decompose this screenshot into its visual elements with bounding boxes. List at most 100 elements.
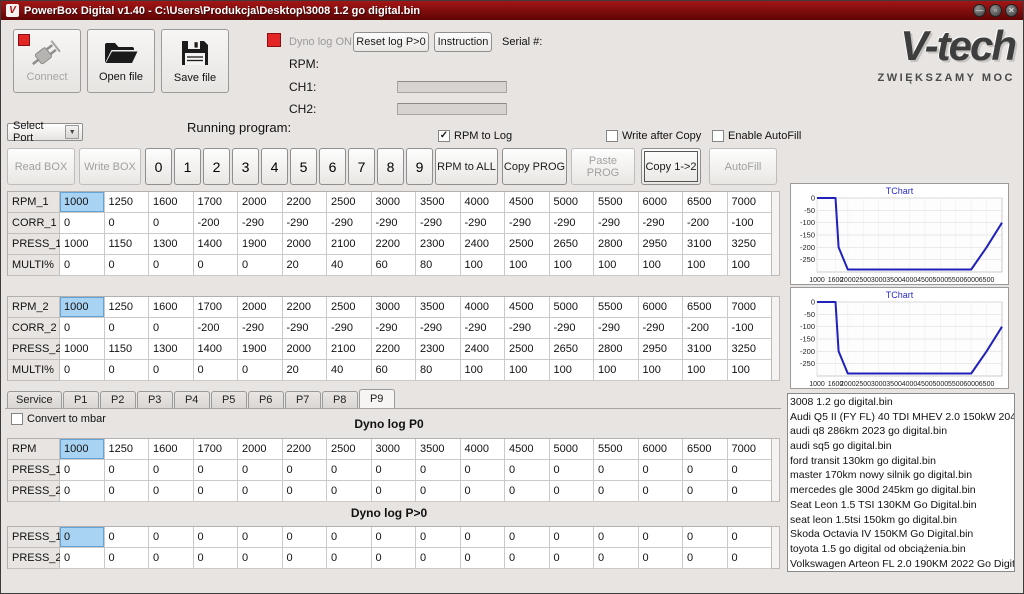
table-cell[interactable]: 1000 (60, 234, 105, 255)
table-cell[interactable]: 0 (594, 527, 639, 548)
table-cell[interactable]: -290 (372, 318, 417, 339)
table-cell[interactable]: -290 (550, 213, 595, 234)
table-cell[interactable]: 3500 (416, 439, 461, 460)
table-cell[interactable]: 7000 (728, 192, 773, 213)
table-cell[interactable]: 0 (327, 481, 372, 502)
table-cell[interactable]: 40 (327, 360, 372, 381)
dyno-p0-scrollbar[interactable] (771, 438, 780, 502)
table-cell[interactable]: 2200 (372, 339, 417, 360)
table-cell[interactable]: 4000 (461, 439, 506, 460)
table-cell[interactable]: -290 (461, 213, 506, 234)
table-cell[interactable]: 0 (372, 548, 417, 569)
table-cell[interactable]: 2200 (372, 234, 417, 255)
open-file-button[interactable]: Open file (87, 29, 155, 93)
table-cell[interactable]: -290 (416, 213, 461, 234)
table-cell[interactable]: 0 (60, 527, 105, 548)
table-cell[interactable]: 6000 (639, 297, 684, 318)
autofill-button[interactable]: AutoFill (709, 148, 777, 185)
table-cell[interactable]: 2950 (639, 234, 684, 255)
table-cell[interactable]: 5500 (594, 439, 639, 460)
tab-p3[interactable]: P3 (137, 391, 173, 409)
file-list-item[interactable]: audi q8 286km 2023 go digital.bin (790, 424, 1014, 439)
table-cell[interactable]: 0 (238, 360, 283, 381)
table-cell[interactable]: -290 (238, 213, 283, 234)
table-cell[interactable]: 0 (505, 527, 550, 548)
table-cell[interactable]: -290 (327, 318, 372, 339)
table-cell[interactable]: 3000 (372, 192, 417, 213)
table-cell[interactable]: 5000 (550, 297, 595, 318)
table-cell[interactable]: 0 (683, 460, 728, 481)
table-cell[interactable]: 4500 (505, 192, 550, 213)
table-cell[interactable]: -100 (728, 318, 773, 339)
file-list-item[interactable]: audi sq5 go digital.bin (790, 439, 1014, 454)
table-cell[interactable]: 2300 (416, 234, 461, 255)
table-cell[interactable]: 0 (60, 318, 105, 339)
table-cell[interactable]: 0 (550, 548, 595, 569)
table-cell[interactable]: 0 (639, 460, 684, 481)
table-cell[interactable]: 0 (105, 460, 150, 481)
table-cell[interactable]: 100 (728, 360, 773, 381)
table-cell[interactable]: 0 (194, 481, 239, 502)
tab-p5[interactable]: P5 (211, 391, 247, 409)
table-cell[interactable]: -290 (594, 318, 639, 339)
table-cell[interactable]: 4500 (505, 297, 550, 318)
table-cell[interactable]: 0 (149, 527, 194, 548)
table-cell[interactable]: 4000 (461, 192, 506, 213)
table-cell[interactable]: 0 (238, 481, 283, 502)
table-cell[interactable]: 0 (372, 460, 417, 481)
table-cell[interactable]: 4000 (461, 297, 506, 318)
table-cell[interactable]: 0 (60, 548, 105, 569)
table-cell[interactable]: 0 (728, 548, 773, 569)
table-cell[interactable]: 100 (683, 255, 728, 276)
table-cell[interactable]: 6500 (683, 297, 728, 318)
digit-button-9[interactable]: 9 (406, 148, 433, 185)
table-cell[interactable]: -200 (194, 318, 239, 339)
table-cell[interactable]: 2100 (327, 339, 372, 360)
table-cell[interactable]: 0 (728, 460, 773, 481)
table-cell[interactable]: 2800 (594, 234, 639, 255)
table-cell[interactable]: 0 (505, 548, 550, 569)
table-cell[interactable]: 1600 (149, 192, 194, 213)
table-cell[interactable]: 0 (238, 255, 283, 276)
table-cell[interactable]: 3000 (372, 439, 417, 460)
table-cell[interactable]: 0 (594, 548, 639, 569)
table-cell[interactable]: 0 (550, 527, 595, 548)
copy-prog-button[interactable]: Copy PROG (502, 148, 567, 185)
table-cell[interactable]: 2500 (327, 297, 372, 318)
file-list-item[interactable]: 3008 1.2 go digital.bin (790, 395, 1014, 410)
table-cell[interactable]: 2000 (238, 439, 283, 460)
table-cell[interactable]: 0 (238, 527, 283, 548)
table-cell[interactable]: 0 (60, 460, 105, 481)
write-after-copy-checkbox[interactable]: Write after Copy (606, 130, 701, 142)
reset-log-button[interactable]: Reset log P>0 (353, 32, 429, 52)
table-cell[interactable]: 100 (505, 360, 550, 381)
table-cell[interactable]: 2800 (594, 339, 639, 360)
table-cell[interactable]: 0 (194, 548, 239, 569)
table-cell[interactable]: 0 (194, 460, 239, 481)
table-cell[interactable]: 5000 (550, 192, 595, 213)
table-cell[interactable]: 100 (728, 255, 773, 276)
table-cell[interactable]: -290 (238, 318, 283, 339)
table-cell[interactable]: 0 (327, 527, 372, 548)
table-cell[interactable]: 3250 (728, 234, 773, 255)
table-cell[interactable]: 7000 (728, 439, 773, 460)
table-cell[interactable]: 0 (105, 213, 150, 234)
table-cell[interactable]: 3000 (372, 297, 417, 318)
table-cell[interactable]: -290 (461, 318, 506, 339)
table-cell[interactable]: 1000 (60, 439, 105, 460)
table-cell[interactable]: 5000 (550, 439, 595, 460)
file-list-item[interactable]: master 170km nowy silnik go digital.bin (790, 468, 1014, 483)
tab-p6[interactable]: P6 (248, 391, 284, 409)
table-cell[interactable]: 0 (149, 213, 194, 234)
table-cell[interactable]: 0 (105, 318, 150, 339)
copy-1-to-2-button[interactable]: Copy 1->2 (641, 148, 701, 185)
connect-button[interactable]: Connect (13, 29, 81, 93)
table-cell[interactable]: 60 (372, 255, 417, 276)
digit-button-6[interactable]: 6 (319, 148, 346, 185)
table-cell[interactable]: 3500 (416, 297, 461, 318)
table-cell[interactable]: 7000 (728, 297, 773, 318)
digit-button-4[interactable]: 4 (261, 148, 288, 185)
table-cell[interactable]: 1600 (149, 297, 194, 318)
table-cell[interactable]: 0 (416, 481, 461, 502)
table-cell[interactable]: 100 (594, 360, 639, 381)
